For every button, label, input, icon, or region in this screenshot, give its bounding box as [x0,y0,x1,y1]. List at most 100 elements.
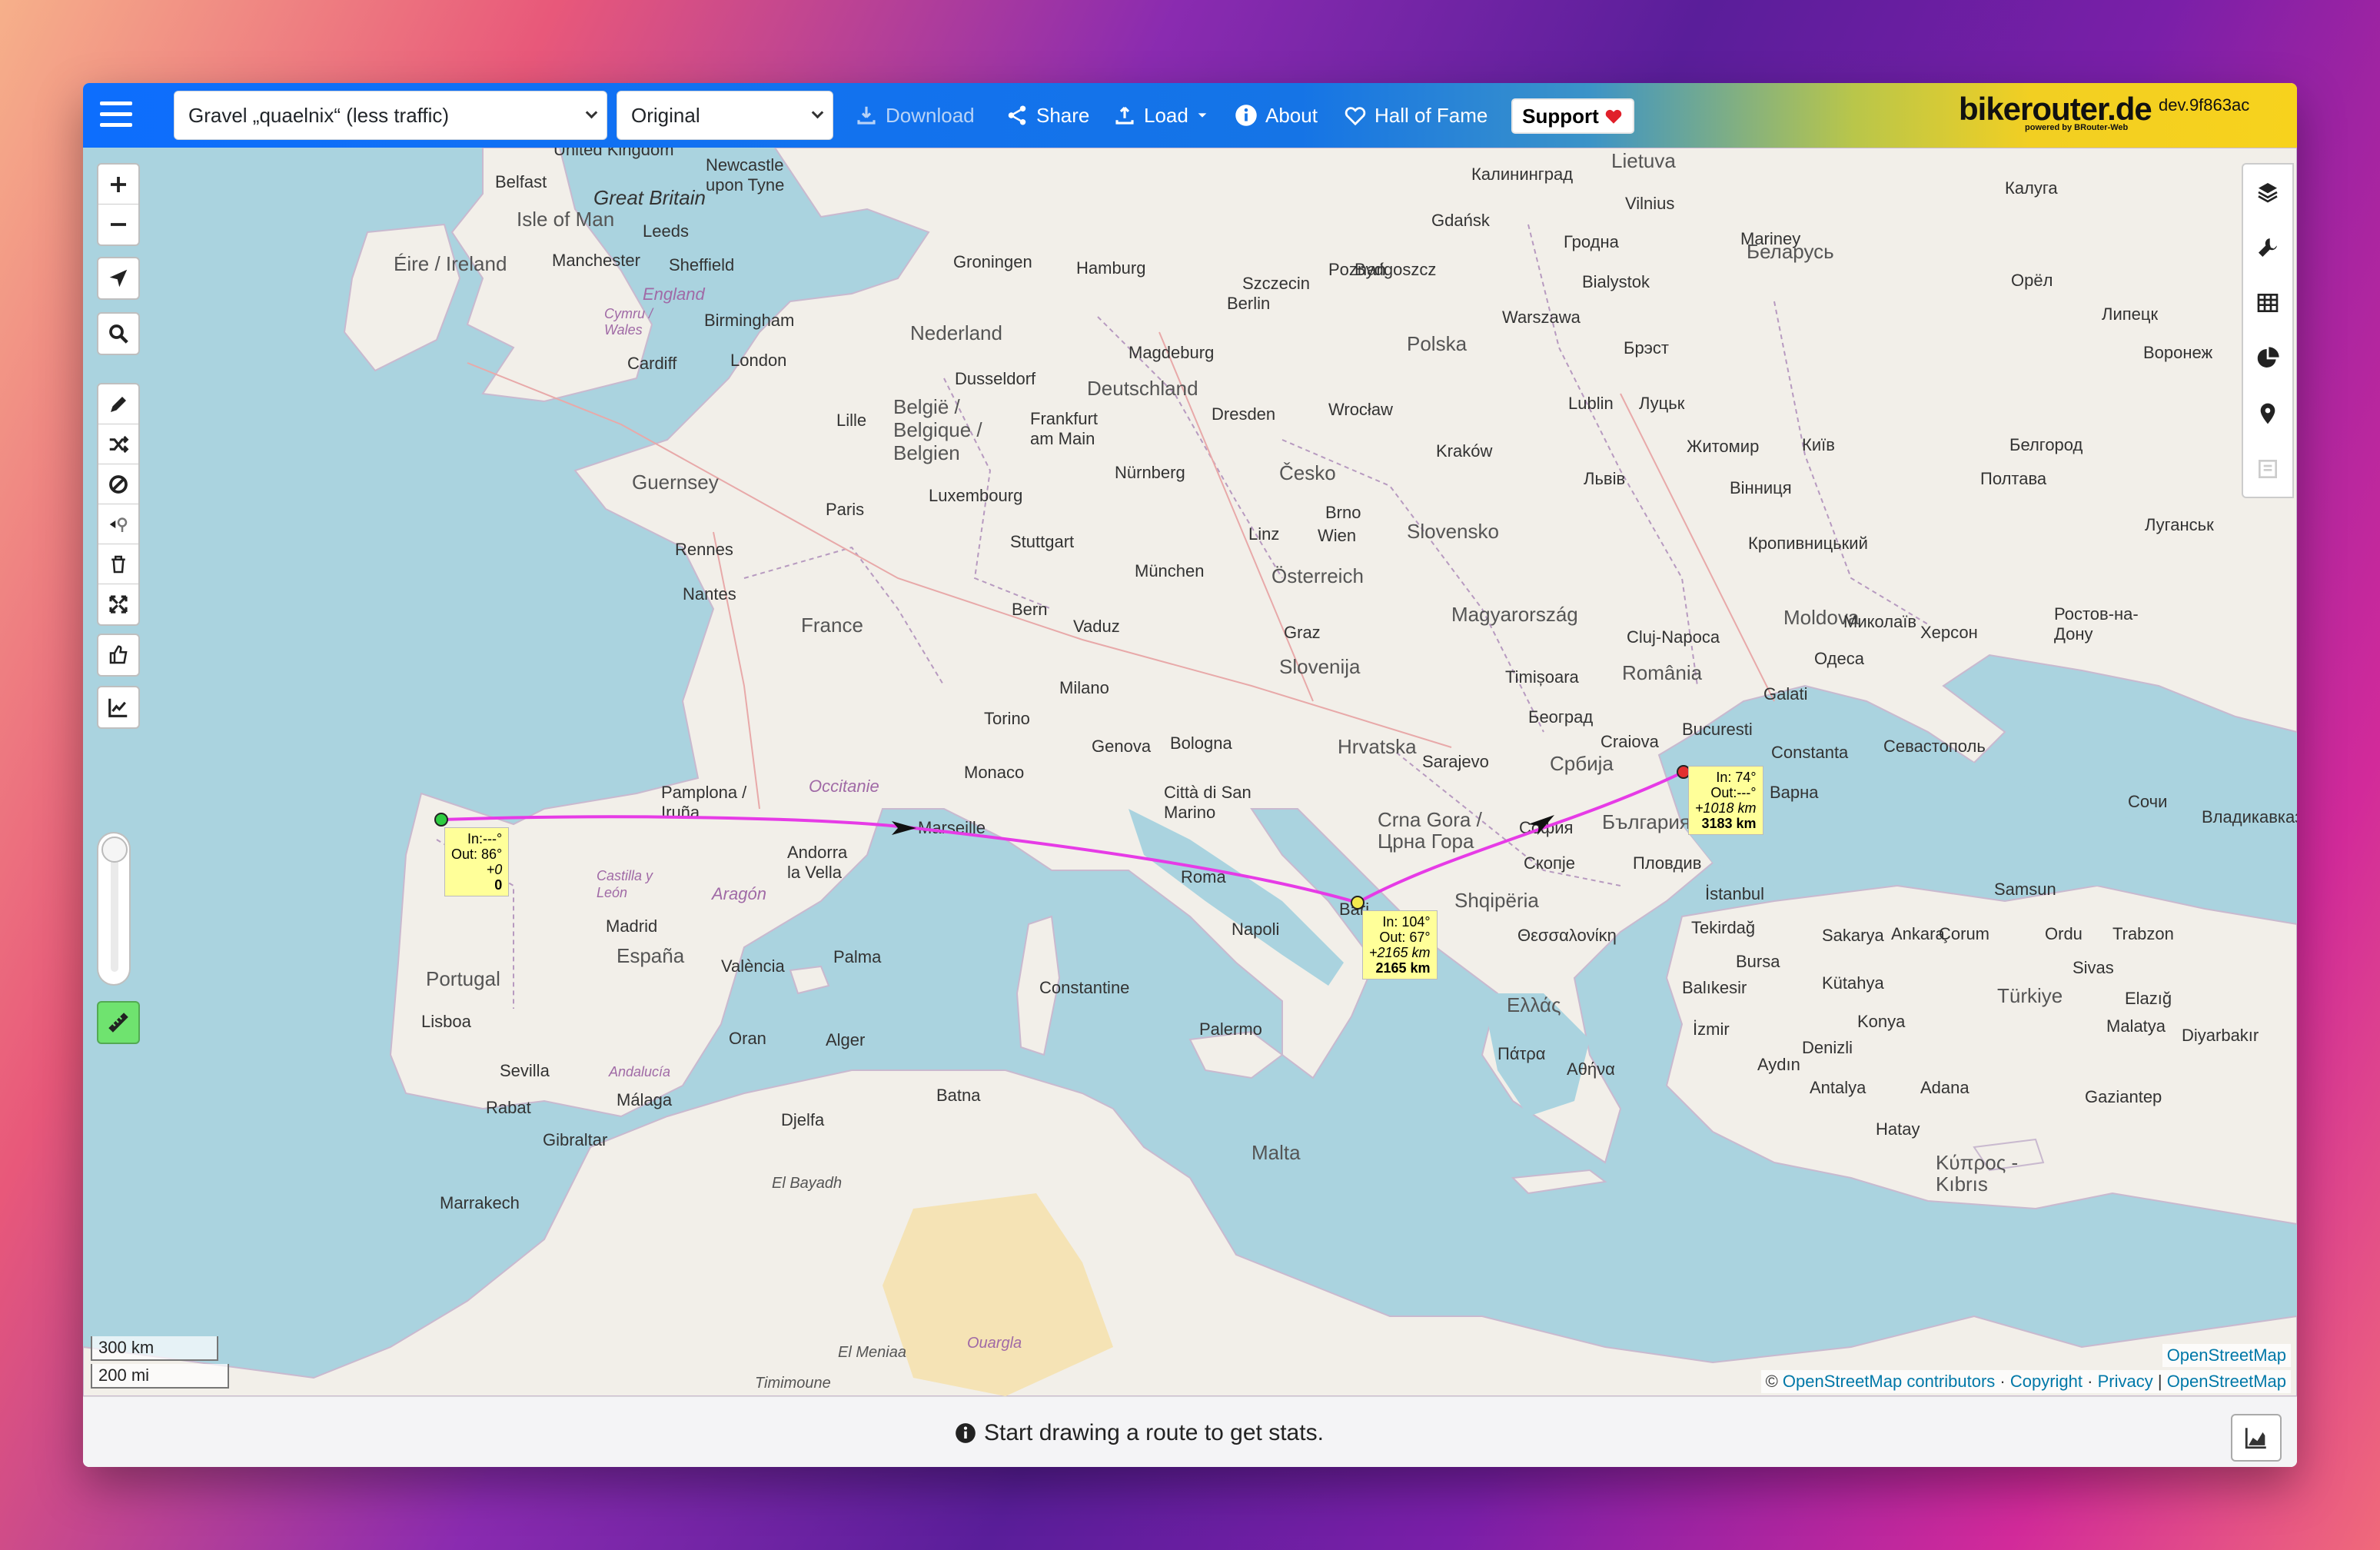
share-icon [1008,105,1026,125]
layers-icon [2258,183,2278,203]
tip-in: In:---° [467,831,503,847]
tip-total-distance: 2165 km [1375,960,1431,976]
copyright-link[interactable]: Copyright [2010,1372,2082,1391]
clear-route-button[interactable] [98,544,138,584]
attribution-separator: | [2157,1372,2162,1391]
zoom-out-button[interactable] [98,205,138,244]
tip-total-distance: 0 [494,877,503,893]
info-icon [1235,105,1257,126]
download-button[interactable]: Download [855,97,975,134]
brand-subtitle: powered by BRouter-Web [2025,123,2129,132]
map-attribution: © OpenStreetMap contributors · Copyright… [1760,1370,2291,1393]
about-button[interactable]: About [1235,97,1318,134]
pencil-icon [111,396,126,412]
load-label: Load [1144,103,1188,127]
version-label: dev.9f863ac [2159,95,2250,115]
map-pin-icon [2260,403,2275,424]
fit-route-button[interactable] [98,584,138,624]
scale-km: 300 km [91,1336,218,1361]
chevron-down-icon [811,106,824,119]
chevron-down-icon [585,106,598,119]
profile-settings-tab[interactable] [2243,220,2292,275]
attribution-separator: · [1999,1372,2006,1391]
tip-out: Out:---° [1710,785,1757,800]
route-start-tooltip: In:---° Out: 86° +0 0 [444,827,510,896]
share-label: Share [1036,103,1090,127]
osm-link[interactable]: OpenStreetMap [2167,1372,2286,1391]
wrench-icon [2259,238,2277,257]
load-button[interactable]: Load [1113,97,1208,134]
stats-footer: Start drawing a route to get stats. [83,1396,2297,1467]
about-label: About [1265,103,1318,127]
upload-icon [1115,106,1134,125]
elevation-chart-button[interactable] [98,687,138,727]
plus-icon [111,176,126,192]
support-label: Support [1522,104,1599,128]
toggle-elevation-button[interactable] [2231,1414,2282,1462]
delete-last-point-button[interactable] [98,504,138,544]
osm-layer-link[interactable]: OpenStreetMap [2162,1344,2291,1367]
delete-point-icon [109,517,128,532]
map-style-select-value: Original [631,103,700,127]
hall-of-fame-button[interactable]: Hall of Fame [1344,97,1488,134]
pie-chart-icon [2257,347,2279,368]
privacy-link[interactable]: Privacy [2098,1372,2153,1391]
app-window: Gravel „quaelnix“ (less traffic) Origina… [83,83,2297,1467]
profile-select[interactable]: Gravel „quaelnix“ (less traffic) [174,91,607,140]
slider-track [111,849,118,972]
hall-of-fame-label: Hall of Fame [1374,103,1488,127]
route-start-marker[interactable] [434,813,448,827]
tip-in: In: 74° [1716,770,1757,785]
draw-route-button[interactable] [98,384,138,424]
area-chart-icon [2245,1428,2266,1449]
copyright-symbol: © [1765,1372,1778,1391]
route-end-tooltip: In: 74° Out:---° +1018 km 3183 km [1688,766,1763,835]
sidebar-tabs [2242,163,2294,498]
thumbs-up-button[interactable] [98,635,138,675]
osm-contributors-link[interactable]: OpenStreetMap contributors [1783,1372,1995,1391]
tip-in: In: 104° [1382,914,1431,930]
zoom-in-button[interactable] [98,165,138,205]
opacity-slider[interactable] [97,832,131,986]
line-chart-icon [108,698,128,717]
tip-out: Out: 86° [451,847,503,862]
slider-handle[interactable] [101,837,128,863]
support-button[interactable]: Support [1511,98,1634,134]
map-style-select[interactable]: Original [617,91,833,140]
tip-total-distance: 3183 km [1701,816,1757,831]
measure-button[interactable] [97,1001,140,1044]
search-icon [109,324,128,344]
minus-icon [111,223,126,226]
route-line[interactable] [440,770,1684,905]
locate-button[interactable] [98,258,138,298]
brand-logo[interactable]: bikerouter.de [1959,91,2152,128]
notes-tab[interactable] [2243,441,2292,497]
share-button[interactable]: Share [1006,97,1089,134]
route-layer [434,765,1690,910]
tip-segment-distance: +1018 km [1695,800,1757,816]
analysis-tab[interactable] [2243,331,2292,386]
zoom-control [97,163,140,246]
pois-tab[interactable] [2243,386,2292,441]
route-direction-arrow [892,821,916,835]
thumbs-up-icon [109,645,128,664]
search-button[interactable] [98,314,138,354]
top-navbar: Gravel „quaelnix“ (less traffic) Origina… [83,83,2297,148]
no-go-area-button[interactable] [98,464,138,504]
segments-table-tab[interactable] [2243,275,2292,331]
route-via-marker[interactable] [1351,896,1365,910]
shuffle-icon [109,435,129,453]
note-icon [2259,460,2277,478]
profile-select-value: Gravel „quaelnix“ (less traffic) [188,103,450,127]
download-icon [857,106,876,125]
tip-segment-distance: +2165 km [1369,945,1431,960]
stats-text: Start drawing a route to get stats. [984,1420,1324,1445]
ruler-icon [108,1013,128,1033]
route-via-tooltip: In: 104° Out: 67° +2165 km 2165 km [1362,910,1438,980]
layers-tab[interactable] [2243,165,2292,220]
attribution-separator: · [2087,1372,2093,1391]
menu-icon[interactable] [100,101,132,129]
reverse-route-button[interactable] [98,424,138,464]
map-canvas[interactable]: United Kingdom Newcastle upon Tyne Belfa… [83,148,2297,1396]
caret-down-icon [1198,113,1207,118]
